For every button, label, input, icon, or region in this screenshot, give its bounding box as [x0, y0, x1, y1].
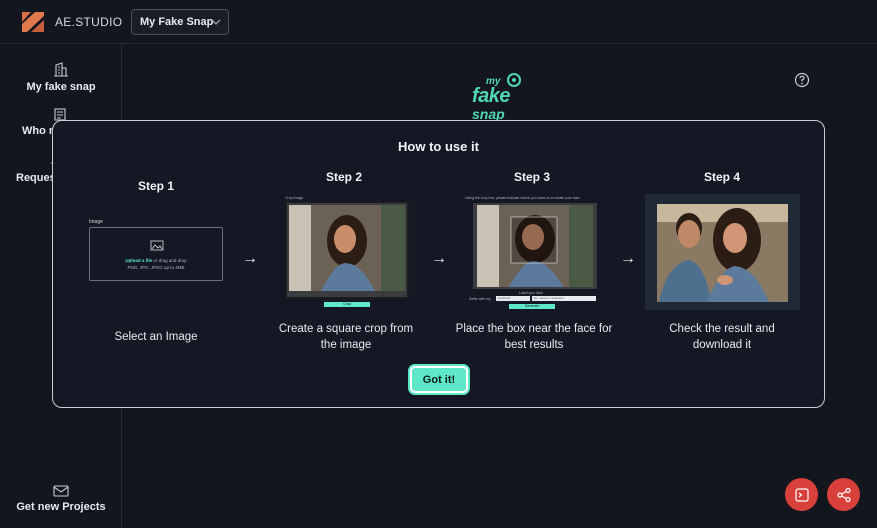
logo-word-fake: fake: [472, 85, 511, 107]
step-title: Step 1: [137, 179, 174, 193]
share-icon: [836, 487, 851, 502]
ae-studio-logo-icon[interactable]: [21, 10, 45, 34]
step-1: Step 1: [98, 179, 214, 193]
got-it-button[interactable]: Got it!: [410, 366, 468, 393]
sidebar-item-label: Get new Projects: [16, 501, 106, 513]
step-4: Step 4: [663, 170, 781, 184]
upload-formats: PNG, JPG, JPEG up to 4MB: [127, 265, 185, 270]
selfie-field-value: boyfriend: [496, 296, 530, 301]
modal-title: How to use it: [398, 139, 479, 154]
selfie-field-label: Selfie with my: [469, 297, 491, 301]
upload-dropzone-preview: Upload a file or drag and drop PNG, JPG,…: [89, 227, 223, 281]
crop-button-preview: Crop: [324, 302, 370, 307]
chevron-down-icon: [211, 19, 221, 25]
image-icon: [150, 240, 164, 251]
my-fake-snap-logo: my fake snap: [470, 72, 526, 122]
step-4-description: Check the result and download it: [669, 323, 775, 351]
step-3-description: Place the box near the face for best res…: [455, 323, 613, 351]
step-title: Step 2: [325, 170, 362, 184]
label-your-fake-title: Label your fake: [519, 291, 543, 295]
arrow-right-icon: →: [620, 250, 636, 267]
step-3: Step 3: [473, 170, 591, 184]
face-select-preview-image: [473, 203, 597, 289]
arrow-right-icon: →: [242, 250, 258, 267]
project-select[interactable]: My Fake Snap: [131, 9, 229, 35]
step-2-description: Create a square crop from the image: [278, 323, 414, 351]
step-2: Step 2: [285, 170, 403, 184]
mail-icon: [53, 485, 69, 497]
terminal-icon: [794, 487, 809, 502]
building-icon: [54, 62, 68, 77]
name-field-placeholder: Ex: name or nickname: [532, 296, 596, 301]
arrow-right-icon: →: [431, 250, 447, 267]
brand-name: AE.STUDIO: [55, 15, 123, 29]
upload-instruction: Upload a file or drag and drop: [125, 258, 187, 263]
sidebar-item-get-new-projects[interactable]: Get new Projects: [0, 485, 122, 513]
step-3-instruction: Using the crop box, please indicate wher…: [465, 196, 581, 200]
crop-image-label: Crop Image: [285, 196, 304, 200]
sidebar-item-label: My fake snap: [26, 81, 96, 93]
sidebar-item-label: Reques: [16, 172, 56, 184]
how-to-use-modal: How to use it Step 1 Image Upload a file…: [52, 120, 825, 408]
generate-button-preview: Generate: [509, 304, 555, 309]
project-select-value: My Fake Snap: [140, 16, 214, 28]
step-1-description: Select an Image: [114, 331, 198, 343]
step-title: Step 3: [513, 170, 550, 184]
share-button[interactable]: [827, 478, 860, 511]
result-preview-image: [645, 194, 800, 310]
top-bar: AE.STUDIO My Fake Snap: [0, 0, 877, 44]
image-label: Image: [89, 219, 103, 225]
sidebar-item-my-fake-snap[interactable]: My fake snap: [0, 62, 122, 93]
help-icon[interactable]: [794, 72, 810, 88]
crop-preview-image: [285, 201, 409, 299]
step-title: Step 4: [703, 170, 740, 184]
terminal-button[interactable]: [785, 478, 818, 511]
